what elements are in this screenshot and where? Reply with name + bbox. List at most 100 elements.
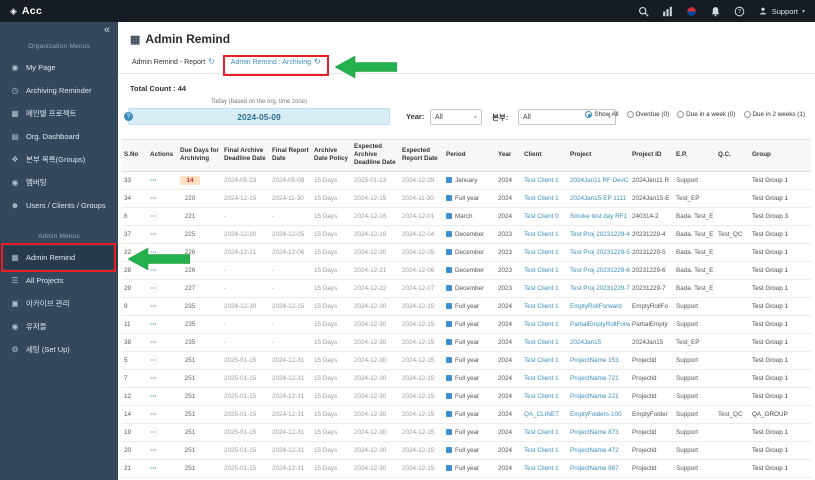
cell-project: Test Proj 20231229-4	[568, 225, 630, 243]
cell-qc	[716, 315, 750, 333]
project-link[interactable]: ProjectName 987	[570, 465, 619, 472]
row-actions-button[interactable]: ⋯	[150, 285, 157, 292]
client-link[interactable]: Test Client 0	[524, 213, 559, 220]
row-actions-button[interactable]: ⋯	[150, 465, 157, 472]
sidebar-item-org-dashboard[interactable]: ▤Org. Dashboard	[0, 125, 118, 148]
app-logo-icon: ◈	[10, 7, 17, 16]
cell-final-archive-deadline: -	[222, 207, 270, 225]
info-icon[interactable]: ?	[124, 112, 133, 121]
client-link[interactable]: Test Client 1	[524, 339, 559, 346]
row-actions-button[interactable]: ⋯	[150, 375, 157, 382]
row-actions-button[interactable]: ⋯	[150, 267, 157, 274]
project-link[interactable]: PartialEmptyRollForw	[570, 321, 630, 328]
cell-client: Test Client 0	[522, 207, 568, 225]
sidebar-item-setup[interactable]: ⚙세팅 (Set Up)	[0, 338, 118, 361]
client-link[interactable]: Test Client 1	[524, 303, 559, 310]
client-link[interactable]: Test Client 1	[524, 231, 559, 238]
client-link[interactable]: Test Client 1	[524, 429, 559, 436]
cell-sno: 14	[122, 405, 148, 423]
row-actions-button[interactable]: ⋯	[150, 393, 157, 400]
project-link[interactable]: Test Proj 20231229-6	[570, 267, 630, 274]
client-link[interactable]: Test Client 1	[524, 447, 559, 454]
cell-group: Test Group 1	[750, 225, 811, 243]
locale-flag-icon[interactable]	[686, 6, 697, 17]
cell-expected-archive-deadline: 2024-12-30	[352, 351, 400, 369]
client-link[interactable]: QA_CLINET	[524, 411, 559, 418]
filter-radio-3[interactable]: Due in 2 weeks (1)	[744, 111, 806, 118]
remind-table-wrap: S.NoActionsDue Days for ArchivingFinal A…	[122, 139, 811, 478]
refresh-icon[interactable]: ↻	[208, 58, 215, 66]
row-actions-button[interactable]: ⋯	[150, 177, 157, 184]
row-actions-button[interactable]: ⋯	[150, 357, 157, 364]
sidebar-item-main-projects[interactable]: ▦메인별 프로젝트	[0, 102, 118, 125]
client-link[interactable]: Test Client 1	[524, 375, 559, 382]
cell-expected-report-date: 2024-12-15	[400, 315, 444, 333]
cell-project: ProjectName 721	[568, 369, 630, 387]
row-actions-button[interactable]: ⋯	[150, 411, 157, 418]
project-link[interactable]: 2024Jan11 RF DevC	[570, 177, 628, 184]
cell-period: January	[444, 171, 496, 189]
project-link[interactable]: Test Proj 20231229-4	[570, 231, 630, 238]
filter-radio-2[interactable]: Due in a week (0)	[677, 111, 735, 118]
support-menu[interactable]: Support ▾	[758, 6, 805, 16]
row-actions-button[interactable]: ⋯	[150, 429, 157, 436]
project-link[interactable]: 2024Jan15-EP 1111	[570, 195, 626, 202]
notifications-icon[interactable]	[710, 6, 721, 17]
client-link[interactable]: Test Client 1	[524, 393, 559, 400]
sidebar-item-users-clients-groups[interactable]: ☻Users / Clients / Groups	[0, 194, 118, 217]
client-link[interactable]: Test Client 1	[524, 195, 559, 202]
client-link[interactable]: Test Client 1	[524, 465, 559, 472]
client-link[interactable]: Test Client 1	[524, 267, 559, 274]
sidebar-item-my-page[interactable]: ◉My Page	[0, 56, 118, 79]
groups-icon: ❖	[10, 155, 20, 164]
project-link[interactable]: Test Proj 20231229-7	[570, 285, 630, 292]
row-actions-button[interactable]: ⋯	[150, 303, 157, 310]
client-link[interactable]: Test Client 1	[524, 285, 559, 292]
row-actions-button[interactable]: ⋯	[150, 339, 157, 346]
cell-due-days: 251	[178, 405, 222, 423]
sidebar-collapse-icon[interactable]: «	[104, 25, 110, 36]
project-link[interactable]: Test Proj 20231229-5	[570, 249, 630, 256]
row-actions-button[interactable]: ⋯	[150, 447, 157, 454]
sidebar-item-archive-management[interactable]: ▣아카이브 관리	[0, 292, 118, 315]
client-link[interactable]: Test Client 1	[524, 249, 559, 256]
project-link[interactable]: ProjectName 721	[570, 375, 619, 382]
project-link[interactable]: 2024Jan15	[570, 339, 601, 346]
filter-radio-1[interactable]: Overdue (0)	[627, 111, 670, 118]
sidebar-item-users[interactable]: ◉유저들	[0, 315, 118, 338]
project-link[interactable]: ProjectName 153	[570, 357, 619, 364]
client-link[interactable]: Test Client 1	[524, 321, 559, 328]
client-link[interactable]: Test Client 1	[524, 357, 559, 364]
app-logo-text: Acc	[22, 5, 42, 17]
cell-client: Test Client 1	[522, 387, 568, 405]
year-select[interactable]: All ▾	[430, 109, 482, 125]
row-actions-button[interactable]: ⋯	[150, 213, 157, 220]
sidebar-item-admin-remind[interactable]: ▦Admin Remind	[0, 246, 118, 269]
sidebar-item-all-projects[interactable]: ☰All Projects	[0, 269, 118, 292]
sidebar-item-membership[interactable]: ◉멤버팅	[0, 171, 118, 194]
project-link[interactable]: ProjectName 472	[570, 447, 619, 454]
app-logo[interactable]: ◈ Acc	[0, 5, 118, 17]
help-icon[interactable]: ?	[734, 6, 745, 17]
period-label: December	[455, 231, 484, 238]
bar-chart-icon[interactable]	[662, 6, 673, 17]
project-link[interactable]: ProjectName 221	[570, 393, 619, 400]
cell-group: Test Group 1	[750, 351, 811, 369]
row-actions-button[interactable]: ⋯	[150, 321, 157, 328]
cell-project-id: EmptyFolder	[630, 405, 674, 423]
project-link[interactable]: Smoke test day RF1	[570, 213, 627, 220]
sidebar-item-archiving-reminder[interactable]: ◷Archiving Reminder	[0, 79, 118, 102]
tab-report[interactable]: Admin Remind - Report↻	[128, 58, 219, 73]
row-actions-button[interactable]: ⋯	[150, 195, 157, 202]
filter-radio-0[interactable]: Show All	[585, 111, 618, 118]
sidebar-item-group-list[interactable]: ❖본부 목록(Groups)	[0, 148, 118, 171]
project-link[interactable]: ProjectName 873	[570, 429, 619, 436]
tab-archiving[interactable]: Admin Remind : Archiving↻	[227, 58, 325, 73]
project-link[interactable]: EmptyFolders-100	[570, 411, 621, 418]
project-link[interactable]: EmptyRollForward	[570, 303, 622, 310]
search-icon[interactable]	[638, 6, 649, 17]
row-actions-button[interactable]: ⋯	[150, 231, 157, 238]
client-link[interactable]: Test Client 1	[524, 177, 559, 184]
row-actions-button[interactable]: ⋯	[150, 249, 157, 256]
refresh-icon[interactable]: ↻	[314, 58, 321, 66]
